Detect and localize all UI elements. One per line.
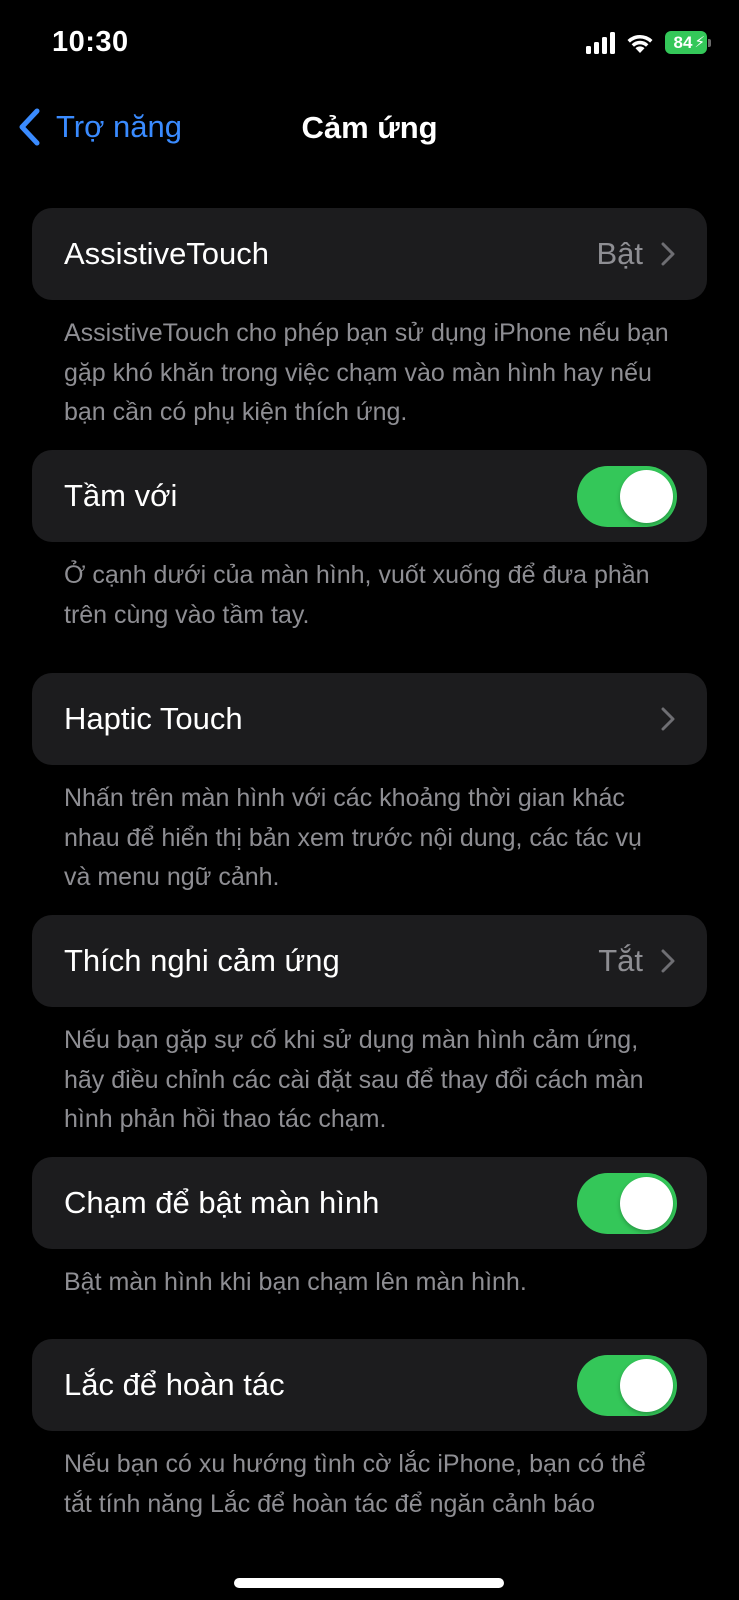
status-bar: 10:30 84 ⚡ bbox=[0, 0, 739, 90]
shake-to-undo-toggle[interactable] bbox=[577, 1354, 677, 1416]
reachability-toggle[interactable] bbox=[577, 465, 677, 527]
row-label: Thích nghi cảm ứng bbox=[64, 943, 340, 978]
toggle-knob bbox=[620, 1176, 673, 1230]
group-reachability: Tầm với Ở cạnh dưới của màn hình, vuốt x… bbox=[32, 450, 707, 640]
battery-icon: 84 ⚡ bbox=[665, 31, 711, 54]
group-shake-to-undo: Lắc để hoàn tác Nếu bạn có xu hướng tình… bbox=[32, 1339, 707, 1524]
row-label: AssistiveTouch bbox=[64, 236, 270, 271]
status-time: 10:30 bbox=[52, 26, 129, 58]
wifi-icon bbox=[627, 34, 653, 53]
section-footer: Nếu bạn gặp sự cố khi sử dụng màn hình c… bbox=[64, 1026, 644, 1133]
status-icons: 84 ⚡ bbox=[586, 31, 711, 54]
toggle-knob bbox=[620, 1358, 673, 1412]
row-label: Haptic Touch bbox=[64, 701, 243, 736]
section-footer: Nhấn trên màn hình với các khoảng thời g… bbox=[64, 784, 642, 891]
row-value: Tắt bbox=[598, 943, 643, 978]
group-touch-accommodations: Thích nghi cảm ứng Tắt Nếu bạn gặp sự cố… bbox=[32, 915, 707, 1145]
section-footer: Ở cạnh dưới của màn hình, vuốt xuống để … bbox=[64, 561, 650, 629]
settings-list: AssistiveTouch Bật AssistiveTouch cho ph… bbox=[32, 208, 707, 1524]
section-footer: Bật màn hình khi bạn chạm lên màn hình. bbox=[64, 1268, 527, 1296]
row-assistivetouch[interactable]: AssistiveTouch Bật bbox=[32, 208, 707, 300]
row-label: Lắc để hoàn tác bbox=[64, 1367, 285, 1402]
chevron-right-icon bbox=[661, 949, 675, 973]
section-footer: AssistiveTouch cho phép bạn sử dụng iPho… bbox=[64, 319, 669, 426]
row-touch-accommodations[interactable]: Thích nghi cảm ứng Tắt bbox=[32, 915, 707, 1007]
navigation-bar: Trợ năng Cảm ứng bbox=[0, 100, 739, 160]
row-reachability: Tầm với bbox=[32, 450, 707, 542]
group-haptic-touch: Haptic Touch Nhấn trên màn hình với các … bbox=[32, 673, 707, 903]
row-label: Tầm với bbox=[64, 478, 178, 513]
chevron-right-icon bbox=[661, 242, 675, 266]
row-value: Bật bbox=[596, 236, 643, 271]
toggle-knob bbox=[620, 469, 673, 523]
row-label: Chạm để bật màn hình bbox=[64, 1185, 380, 1220]
group-assistivetouch: AssistiveTouch Bật AssistiveTouch cho ph… bbox=[32, 208, 707, 438]
section-footer: Nếu bạn có xu hướng tình cờ lắc iPhone, … bbox=[64, 1450, 646, 1518]
row-tap-to-wake: Chạm để bật màn hình bbox=[32, 1157, 707, 1249]
group-tap-to-wake: Chạm để bật màn hình Bật màn hình khi bạ… bbox=[32, 1157, 707, 1309]
cellular-signal-icon bbox=[586, 31, 615, 54]
charging-bolt-icon: ⚡ bbox=[694, 34, 705, 51]
row-haptic-touch[interactable]: Haptic Touch bbox=[32, 673, 707, 765]
battery-level: 84 bbox=[673, 32, 693, 52]
chevron-right-icon bbox=[661, 707, 675, 731]
row-shake-to-undo: Lắc để hoàn tác bbox=[32, 1339, 707, 1431]
page-title: Cảm ứng bbox=[301, 110, 438, 145]
tap-to-wake-toggle[interactable] bbox=[577, 1172, 677, 1234]
home-indicator[interactable] bbox=[234, 1578, 504, 1588]
